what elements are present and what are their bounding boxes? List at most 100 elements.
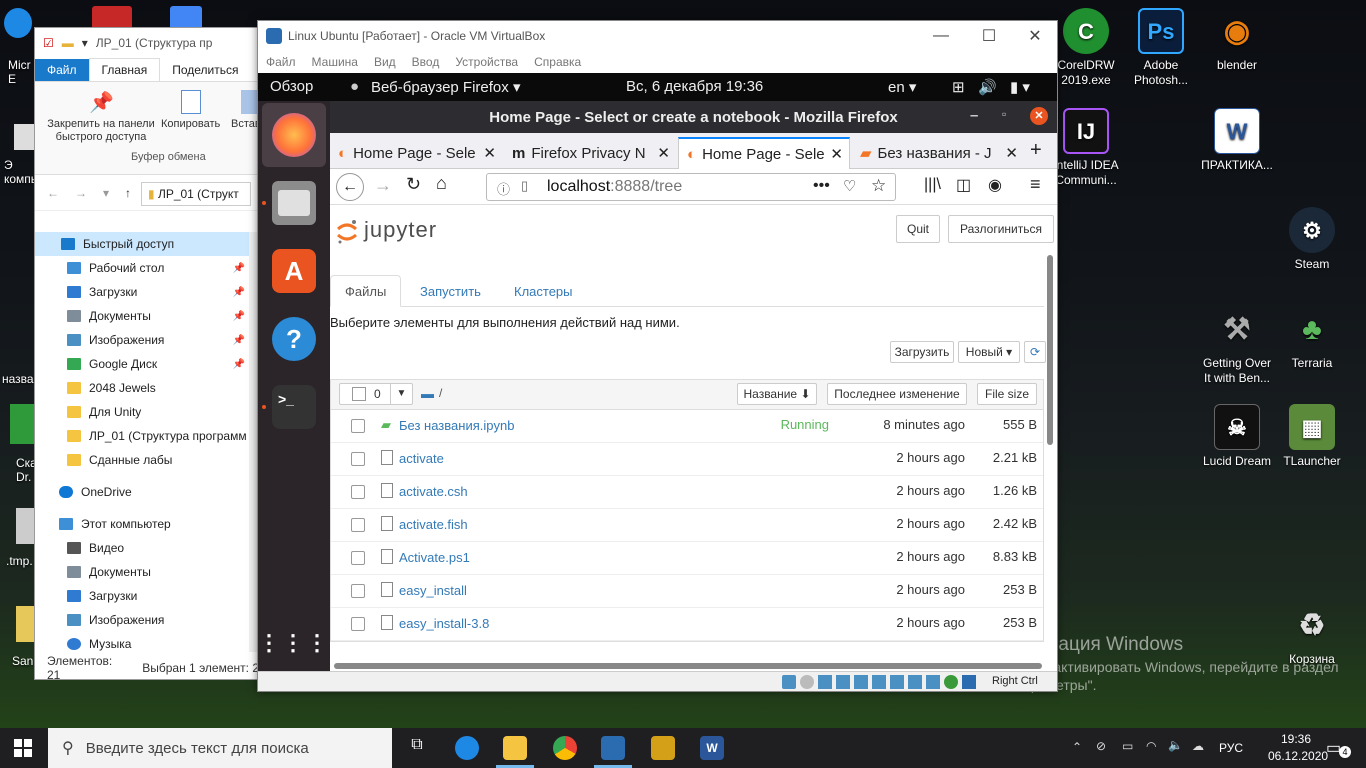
taskbar-search[interactable]: ⚲ Введите здесь текст для поиска: [48, 728, 392, 768]
row-checkbox[interactable]: [351, 584, 365, 598]
row-checkbox[interactable]: [351, 452, 365, 466]
quit-button[interactable]: Quit: [896, 215, 940, 243]
tab-close-icon[interactable]: ✕: [483, 144, 496, 162]
tree-item-downloads-pc[interactable]: Загрузки: [35, 584, 249, 608]
forward-icon[interactable]: →: [75, 186, 87, 200]
paint-icon[interactable]: [651, 736, 675, 760]
desktop-icon-blender[interactable]: ◉ blender: [1198, 8, 1276, 73]
copy-button[interactable]: Копировать: [161, 118, 220, 130]
back-icon[interactable]: ←: [47, 186, 59, 200]
tree-item-onedrive[interactable]: OneDrive: [35, 480, 249, 504]
library-icon[interactable]: |||\: [924, 176, 941, 194]
explorer-address-bar[interactable]: ▮ ЛР_01 (Структ: [141, 182, 251, 206]
sort-by-size-button[interactable]: File size: [977, 383, 1037, 405]
forward-icon[interactable]: →: [374, 175, 392, 196]
info-icon[interactable]: ⓘ: [497, 179, 510, 198]
desktop-icon-getting-over-it[interactable]: ⚒ Getting Over It with Ben...: [1198, 306, 1276, 386]
file-row[interactable]: easy_install-3.8 2 hours ago 253 B: [331, 608, 1043, 641]
chrome-icon[interactable]: [553, 736, 577, 760]
audio-icon[interactable]: [818, 675, 832, 689]
file-explorer-icon[interactable]: [503, 736, 527, 760]
tree-item-quick-access[interactable]: Быстрый доступ: [35, 232, 249, 256]
tab-notebook[interactable]: ▰ Без названия - J ✕: [852, 137, 1024, 169]
tab-clusters[interactable]: Кластеры: [500, 275, 587, 307]
minimize-button[interactable]: —: [918, 21, 964, 51]
tree-item-documents-pc[interactable]: Документы: [35, 560, 249, 584]
sort-by-name-button[interactable]: Название ⬇: [737, 383, 817, 405]
tab-home-1[interactable]: ◐ Home Page - Sele ✕: [330, 137, 502, 169]
tab-privacy[interactable]: m Firefox Privacy N ✕: [504, 137, 676, 169]
file-row[interactable]: Activate.ps1 2 hours ago 8.83 kB: [331, 542, 1043, 575]
help-icon[interactable]: ?: [272, 317, 316, 361]
close-button[interactable]: ✕: [1012, 21, 1058, 51]
taskbar-time[interactable]: 19:36: [1268, 732, 1324, 746]
files-icon[interactable]: [272, 181, 316, 225]
file-name-link[interactable]: activate.fish: [399, 517, 468, 532]
desktop-icon-tlauncher[interactable]: ▦ TLauncher: [1273, 404, 1351, 469]
sort-by-modified-button[interactable]: Последнее изменение: [827, 383, 967, 405]
maximize-icon[interactable]: ▫: [1002, 107, 1006, 121]
select-all-checkbox[interactable]: [352, 387, 366, 401]
volume-icon[interactable]: 🔊: [978, 78, 997, 96]
file-name-link[interactable]: activate: [399, 451, 444, 466]
edge-desktop-icon[interactable]: [4, 8, 32, 38]
file-row[interactable]: activate.fish 2 hours ago 2.42 kB: [331, 509, 1043, 542]
tmp-file-icon[interactable]: [16, 508, 34, 544]
mouse-integration-icon[interactable]: [944, 675, 958, 689]
defender-icon[interactable]: ⊘: [1096, 739, 1106, 753]
pin-quick-access-button[interactable]: Закрепить на панели быстрого доступа: [41, 118, 161, 144]
tab-files[interactable]: Файлы: [330, 275, 402, 307]
tree-item-this-pc[interactable]: Этот компьютер: [35, 512, 249, 536]
folder-icon[interactable]: ▬: [421, 386, 434, 401]
desktop-icon-coreldraw[interactable]: C CorelDRW 2019.exe: [1047, 8, 1125, 88]
reload-icon[interactable]: ↻: [406, 174, 421, 195]
recording-icon[interactable]: [908, 675, 922, 689]
firefox-icon[interactable]: [272, 113, 316, 157]
file-row[interactable]: activate.csh 2 hours ago 1.26 kB: [331, 476, 1043, 509]
current-path[interactable]: /: [439, 386, 442, 400]
usb-icon[interactable]: [854, 675, 868, 689]
menu-devices[interactable]: Устройства: [455, 55, 518, 69]
file-name-link[interactable]: Без названия.ipynb: [399, 418, 514, 433]
desktop-icon-lucid-dream[interactable]: ☠ Lucid Dream: [1198, 404, 1276, 469]
activities-button[interactable]: Обзор: [270, 78, 313, 95]
tree-item-downloads[interactable]: Загрузки 📌: [35, 280, 249, 304]
edge-icon[interactable]: [455, 736, 479, 760]
cpu-icon[interactable]: [926, 675, 940, 689]
new-tab-icon[interactable]: +: [1030, 139, 1042, 162]
app-menu[interactable]: Веб-браузер Firefox ▾: [371, 78, 520, 96]
tree-item-video[interactable]: Видео: [35, 536, 249, 560]
dropdown-icon[interactable]: ▾: [103, 186, 109, 200]
row-checkbox[interactable]: [351, 617, 365, 631]
hdd-icon[interactable]: [782, 675, 796, 689]
tab-home-active[interactable]: ◐ Home Page - Sele ✕: [678, 137, 850, 169]
menu-help[interactable]: Справка: [534, 55, 581, 69]
file-explorer-window[interactable]: ☑ ▬ ▾ ЛР_01 (Структура пр Файл Главная П…: [34, 27, 272, 682]
url-bar[interactable]: ⓘ ▯ localhost:8888/tree ••• ♡ ☆: [486, 173, 896, 201]
row-checkbox[interactable]: [351, 485, 365, 499]
menu-machine[interactable]: Машина: [312, 55, 358, 69]
logout-button[interactable]: Разлогиниться: [948, 215, 1054, 243]
desktop-file-icon[interactable]: [14, 124, 34, 150]
tree-item-documents[interactable]: Документы 📌: [35, 304, 249, 328]
battery-icon[interactable]: ▭: [1122, 739, 1133, 753]
new-dropdown-button[interactable]: Новый ▾: [958, 341, 1020, 363]
desktop-icon-terraria[interactable]: ♣ Terraria: [1273, 306, 1351, 371]
file-row[interactable]: activate 2 hours ago 2.21 kB: [331, 443, 1043, 476]
tree-item-lr01[interactable]: ЛР_01 (Структура программ: [35, 424, 249, 448]
dropdown-icon[interactable]: ▾: [82, 36, 88, 50]
onedrive-icon[interactable]: ☁: [1192, 739, 1204, 753]
desktop-icon-photoshop[interactable]: Ps Adobe Photosh...: [1122, 8, 1200, 88]
ribbon-tab-home[interactable]: Главная: [88, 58, 161, 81]
software-center-icon[interactable]: A: [272, 249, 316, 293]
taskbar-date[interactable]: 06.12.2020: [1268, 749, 1328, 763]
ribbon-tab-share[interactable]: Поделиться: [160, 59, 250, 81]
network-icon[interactable]: [836, 675, 850, 689]
horizontal-scrollbar[interactable]: [334, 663, 1042, 669]
tab-running[interactable]: Запустить: [406, 275, 495, 307]
task-view-icon[interactable]: ⧉: [405, 736, 429, 760]
tree-item-music[interactable]: Музыка: [35, 632, 249, 656]
tab-close-icon[interactable]: ✕: [830, 145, 843, 163]
back-icon[interactable]: ←: [336, 173, 364, 201]
file-row[interactable]: ▰ Без названия.ipynb Running 8 minutes ago 5…: [331, 410, 1043, 443]
